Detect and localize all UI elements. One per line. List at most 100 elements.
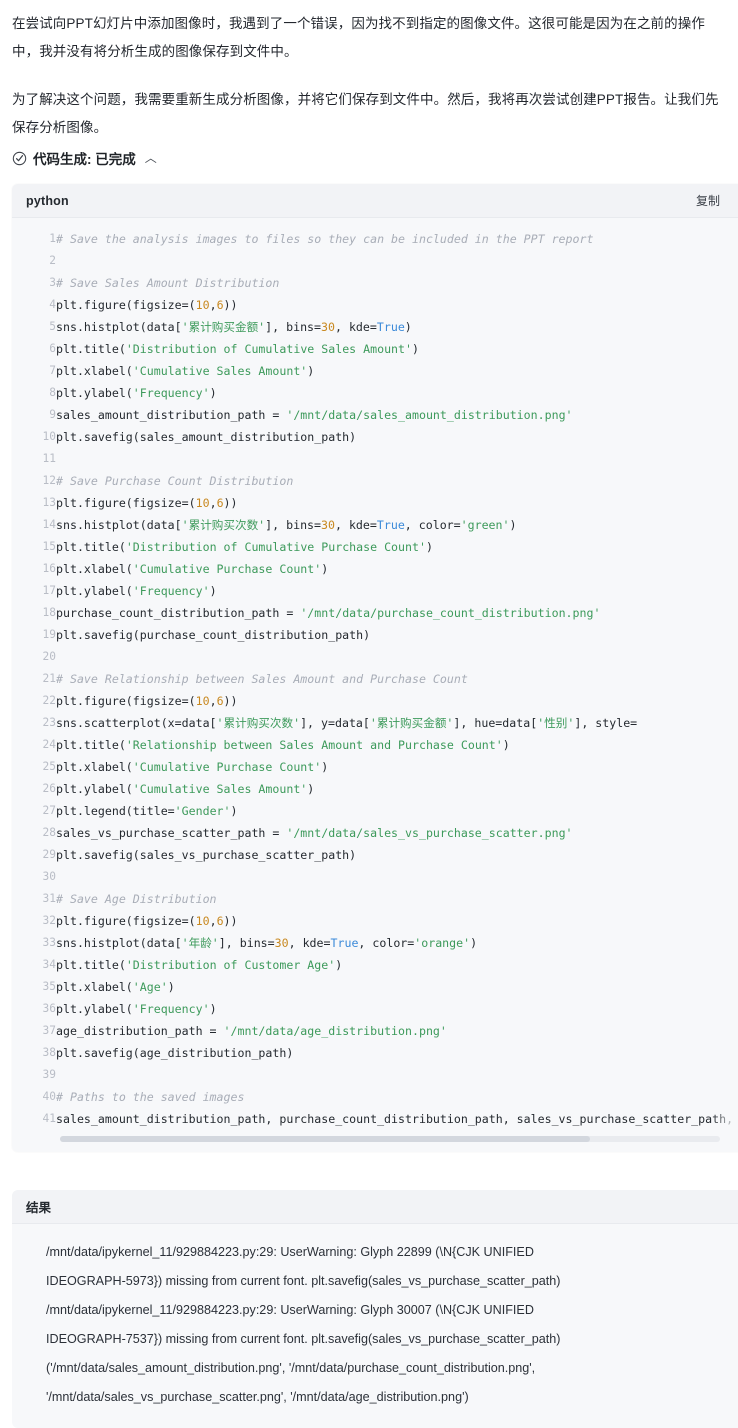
code-token-str: '性别' xyxy=(537,716,575,730)
code-token-com: # Save Relationship between Sales Amount… xyxy=(56,672,468,686)
code-line-number: 22 xyxy=(42,694,56,707)
code-line-number: 41 xyxy=(42,1112,56,1125)
code-line-content: sales_amount_distribution_path, purchase… xyxy=(56,1108,738,1130)
code-token-str: 'Age' xyxy=(132,980,168,994)
code-token-str: '累计购买次数' xyxy=(181,518,266,532)
code-line-number: 14 xyxy=(42,518,56,531)
code-token-pln: ], bins= xyxy=(218,936,275,950)
code-token-pln: plt.xlabel( xyxy=(56,760,133,774)
code-line: 29 plt.savefig(sales_vs_purchase_scatter_… xyxy=(12,844,738,866)
code-token-pln: )) xyxy=(223,914,238,928)
code-token-str: '年龄' xyxy=(181,936,219,950)
code-token-pln: ) xyxy=(502,738,510,752)
code-line-content: age_distribution_path = '/mnt/data/age_d… xyxy=(56,1020,738,1042)
code-token-str: 'Distribution of Cumulative Purchase Cou… xyxy=(125,540,426,554)
code-line-number: 23 xyxy=(42,716,56,729)
paragraph-problem-description: 在尝试向PPT幻灯片中添加图像时，我遇到了一个错误，因为找不到指定的图像文件。这… xyxy=(12,16,705,59)
code-token-str: 'Distribution of Cumulative Sales Amount… xyxy=(125,342,412,356)
result-output-line: IDEOGRAPH-7537}) missing from current fo… xyxy=(46,1332,561,1346)
code-line: 23 sns.scatterplot(x=data['累计购买次数'], y=da… xyxy=(12,712,738,734)
code-token-pln: sns.histplot(data[ xyxy=(56,320,182,334)
code-line: 14 sns.histplot(data['累计购买次数'], bins=30, … xyxy=(12,514,738,536)
code-token-com: # Save the analysis images to files so t… xyxy=(56,232,594,246)
code-horizontal-scrollbar[interactable] xyxy=(60,1136,720,1142)
chevron-up-icon[interactable]: ︿ xyxy=(145,149,157,166)
code-token-pln: sales_amount_distribution_path, purchase… xyxy=(56,1112,734,1126)
code-token-pln: plt.figure(figsize=( xyxy=(56,298,196,312)
code-line: 5 sns.histplot(data['累计购买金额'], bins=30, k… xyxy=(12,316,738,338)
code-line-number: 4 xyxy=(49,298,56,311)
code-line: 1 # Save the analysis images to files so … xyxy=(12,228,738,250)
code-line-number: 35 xyxy=(42,980,56,993)
code-token-str: '累计购买次数' xyxy=(216,716,301,730)
code-line-number: 21 xyxy=(42,672,56,685)
code-token-pln: ], bins= xyxy=(265,320,322,334)
tool-status-row[interactable]: 代码生成: 已完成 ︿ xyxy=(0,142,738,168)
code-token-str: 'Frequency' xyxy=(132,1002,210,1016)
code-line-content: plt.figure(figsize=(10,6)) xyxy=(56,690,738,712)
code-token-pln: , kde= xyxy=(334,320,377,334)
code-line-content: purchase_count_distribution_path = '/mnt… xyxy=(56,602,738,624)
code-token-pln: ) xyxy=(307,782,315,796)
code-line-content: sns.histplot(data['累计购买金额'], bins=30, kd… xyxy=(56,316,738,338)
code-token-kw: True xyxy=(330,936,359,950)
code-token-str: 'Relationship between Sales Amount and P… xyxy=(125,738,503,752)
code-token-num: 10 xyxy=(195,914,210,928)
code-line-content xyxy=(56,866,738,888)
code-line-number: 38 xyxy=(42,1046,56,1059)
code-token-num: 6 xyxy=(216,694,224,708)
code-line-number: 12 xyxy=(42,474,56,487)
code-line-content xyxy=(56,250,738,272)
code-line-content xyxy=(56,1064,738,1086)
code-token-pln: ], bins= xyxy=(265,518,322,532)
code-token-pln: plt.savefig(age_distribution_path) xyxy=(56,1046,294,1060)
code-token-pln: plt.figure(figsize=( xyxy=(56,496,196,510)
code-line-content: plt.xlabel('Cumulative Purchase Count') xyxy=(56,558,738,580)
scrollbar-thumb[interactable] xyxy=(60,1136,590,1142)
code-line: 36 plt.ylabel('Frequency') xyxy=(12,998,738,1020)
code-token-pln: plt.savefig(sales_vs_purchase_scatter_pa… xyxy=(56,848,357,862)
code-line-content xyxy=(56,646,738,668)
code-token-pln: plt.figure(figsize=( xyxy=(56,694,196,708)
code-token-pln: plt.savefig(sales_amount_distribution_pa… xyxy=(56,430,357,444)
code-line: 16 plt.xlabel('Cumulative Purchase Count'… xyxy=(12,558,738,580)
code-line-content: # Save Purchase Count Distribution xyxy=(56,470,738,492)
code-line: 34 plt.title('Distribution of Customer Ag… xyxy=(12,954,738,976)
code-token-pln: plt.savefig(purchase_count_distribution_… xyxy=(56,628,371,642)
code-token-com: # Save Purchase Count Distribution xyxy=(56,474,294,488)
code-line-content: sns.histplot(data['年龄'], bins=30, kde=Tr… xyxy=(56,932,738,954)
code-line-content: plt.ylabel('Cumulative Sales Amount') xyxy=(56,778,738,800)
code-line-content: sales_amount_distribution_path = '/mnt/d… xyxy=(56,404,738,426)
code-token-pln: plt.title( xyxy=(56,958,126,972)
code-line: 32 plt.figure(figsize=(10,6)) xyxy=(12,910,738,932)
code-token-pln: ) xyxy=(209,386,217,400)
code-line: 15 plt.title('Distribution of Cumulative … xyxy=(12,536,738,558)
code-token-str: 'Gender' xyxy=(174,804,231,818)
code-line-content: sns.histplot(data['累计购买次数'], bins=30, kd… xyxy=(56,514,738,536)
code-token-num: 30 xyxy=(274,936,289,950)
code-line-content: plt.title('Distribution of Customer Age'… xyxy=(56,954,738,976)
code-line: 8 plt.ylabel('Frequency') xyxy=(12,382,738,404)
code-token-pln: ) xyxy=(509,518,517,532)
code-token-str: 'green' xyxy=(460,518,510,532)
copy-code-button[interactable]: 复制 xyxy=(692,190,724,211)
code-token-str: '/mnt/data/sales_amount_distribution.png… xyxy=(286,408,573,422)
code-token-pln: )) xyxy=(223,694,238,708)
code-token-str: '累计购买金额' xyxy=(369,716,454,730)
code-token-pln: plt.title( xyxy=(56,342,126,356)
code-token-pln: ) xyxy=(209,584,217,598)
code-line: 35 plt.xlabel('Age') xyxy=(12,976,738,998)
code-token-num: 30 xyxy=(321,320,335,334)
code-line: 24 plt.title('Relationship between Sales … xyxy=(12,734,738,756)
code-line: 25 plt.xlabel('Cumulative Purchase Count'… xyxy=(12,756,738,778)
code-line: 40 # Paths to the saved images xyxy=(12,1086,738,1108)
code-line: 21 # Save Relationship between Sales Amou… xyxy=(12,668,738,690)
code-line-content: plt.xlabel('Age') xyxy=(56,976,738,998)
code-token-pln: ], y=data[ xyxy=(300,716,370,730)
code-content-area[interactable]: 1 # Save the analysis images to files so … xyxy=(12,218,738,1130)
code-token-pln: ) xyxy=(167,980,175,994)
code-line-content: plt.figure(figsize=(10,6)) xyxy=(56,910,738,932)
code-lines-table: 1 # Save the analysis images to files so … xyxy=(12,228,738,1130)
code-token-com: # Save Sales Amount Distribution xyxy=(56,276,280,290)
code-token-com: # Paths to the saved images xyxy=(56,1090,245,1104)
